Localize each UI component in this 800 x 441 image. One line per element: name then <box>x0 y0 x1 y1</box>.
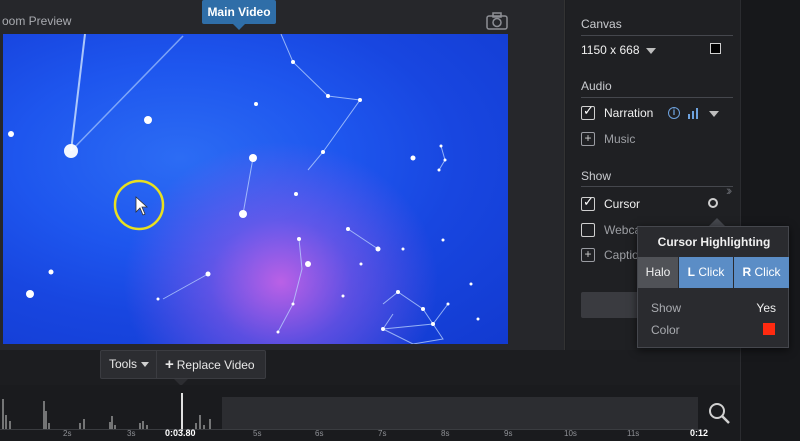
divider <box>581 97 733 98</box>
timeline[interactable]: 2s 3s 0:03.80 5s 6s 7s 8s 9s 10s 11s 0:1… <box>0 385 740 441</box>
color-label: Color <box>651 323 680 337</box>
plus-icon: + <box>165 356 174 373</box>
video-canvas[interactable] <box>3 34 508 344</box>
narration-label: Narration <box>604 106 654 120</box>
highlight-color-swatch[interactable] <box>763 323 775 335</box>
camera-icon[interactable] <box>486 12 508 30</box>
captions-label: Captio <box>604 248 639 262</box>
webcam-label: Webca <box>604 223 642 237</box>
left-click-prefix: L <box>687 265 695 279</box>
tools-label: Tools <box>109 357 138 371</box>
divider <box>581 35 733 36</box>
narration-row[interactable]: Narration <box>581 104 653 122</box>
playhead[interactable] <box>181 393 183 431</box>
add-captions-icon[interactable]: + <box>581 248 595 262</box>
popup-arrow <box>709 218 725 226</box>
double-chevron-right-icon[interactable]: ›› <box>726 182 733 198</box>
tick-label: 10s <box>564 429 577 438</box>
cursor-checkbox[interactable] <box>581 195 595 211</box>
tick-label: 7s <box>378 429 387 438</box>
main-video-tag: Main Video <box>202 0 276 30</box>
window-edge <box>740 0 800 441</box>
audio-level-icon[interactable] <box>687 107 699 119</box>
right-click-segment-button[interactable]: R Click <box>734 257 789 288</box>
tick-label: 5s <box>253 429 262 438</box>
canvas-section-title: Canvas <box>581 17 622 31</box>
info-icon[interactable]: i <box>668 107 680 119</box>
tick-label: 6s <box>315 429 324 438</box>
webcam-checkbox[interactable] <box>581 223 595 237</box>
audio-section-title: Audio <box>581 79 612 93</box>
replace-video-label: Replace Video <box>176 358 255 372</box>
tick-label: 11s <box>627 429 640 438</box>
current-time-label: 0:03.80 <box>165 428 196 438</box>
cursor-highlighting-popup: Cursor Highlighting Halo L Click R Click… <box>637 226 789 348</box>
canvas-color-swatch[interactable] <box>710 43 721 54</box>
cursor-row[interactable]: Cursor <box>581 195 640 213</box>
time-ruler <box>0 429 700 430</box>
search-icon[interactable] <box>708 402 730 424</box>
chevron-down-icon <box>645 47 656 54</box>
halo-segment-button[interactable]: Halo <box>638 257 678 288</box>
preview-title: oom Preview <box>2 14 72 28</box>
chevron-down-icon <box>141 362 150 368</box>
show-section-title: Show <box>581 169 612 183</box>
canvas-size-value: 1150 x 668 <box>581 43 640 57</box>
music-label: Music <box>604 132 636 146</box>
cursor-label: Cursor <box>604 197 641 211</box>
music-row[interactable]: + Music <box>581 130 635 148</box>
video-clip-track[interactable] <box>222 397 698 429</box>
captions-row[interactable]: + Captio <box>581 246 639 264</box>
divider <box>581 186 733 187</box>
tick-label: 8s <box>441 429 450 438</box>
tick-label: 9s <box>504 429 513 438</box>
right-click-label: Click <box>754 265 781 279</box>
constellation-graphic <box>8 34 480 344</box>
narration-dropdown-icon[interactable] <box>709 111 719 117</box>
tick-label: 3s <box>127 429 136 438</box>
cursor-settings-icon[interactable] <box>708 198 718 208</box>
show-label: Show <box>651 301 682 315</box>
popup-title: Cursor Highlighting <box>657 235 771 249</box>
zoom-preview-panel: oom Preview Main Video <box>0 0 565 350</box>
audio-waveform <box>2 399 211 429</box>
video-tools-bar: Tools + Replace Video <box>100 350 266 379</box>
end-time-label: 0:12 <box>690 428 709 438</box>
mouse-pointer-icon <box>135 196 149 216</box>
show-value-dropdown[interactable]: Yes <box>756 301 776 315</box>
tick-label: 2s <box>63 429 72 438</box>
left-click-label: Click <box>698 265 725 279</box>
replace-video-button[interactable]: + Replace Video <box>159 351 265 378</box>
panel-action-button[interactable] <box>581 292 641 318</box>
webcam-row[interactable]: Webca <box>581 221 641 239</box>
narration-checkbox[interactable] <box>581 104 595 120</box>
left-click-segment-button[interactable]: L Click <box>679 257 733 288</box>
right-click-prefix: R <box>742 265 752 279</box>
tools-dropdown-button[interactable]: Tools <box>101 351 157 378</box>
canvas-size-dropdown[interactable]: 1150 x 668 <box>581 43 656 57</box>
add-music-icon[interactable]: + <box>581 132 595 146</box>
